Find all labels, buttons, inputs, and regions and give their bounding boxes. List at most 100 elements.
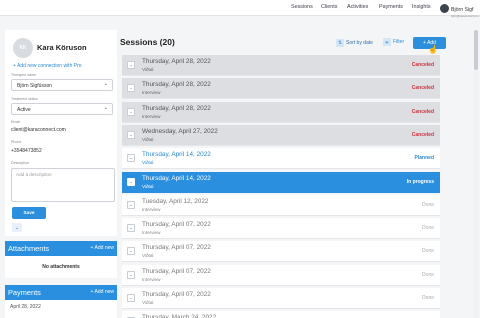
scrollbar-track[interactable] — [474, 30, 478, 318]
session-row[interactable]: ⌄ Thursday, April 07, 2022 Interview Done — [122, 264, 440, 286]
session-row[interactable]: ⌄ Thursday, April 28, 2022 Interview Cancel… — [122, 78, 440, 100]
session-date: Thursday, April 07, 2022 — [142, 267, 211, 275]
session-row[interactable]: ⌄ Thursday, April 14, 2022 Viðtal In progre… — [122, 171, 440, 193]
attachments-title: Attachments — [8, 244, 50, 253]
client-name: Kara Köruson — [37, 43, 87, 52]
no-attachments-text: No attachments — [42, 264, 80, 270]
status-label: Treatment status — [11, 97, 38, 101]
session-type: Viðtal — [142, 183, 154, 189]
user-menu[interactable]: Björn Sigf björn@karaconnect.com — [440, 2, 479, 17]
top-navigation: Sessions Clients Activities Payments Ins… — [0, 0, 480, 17]
nav-sessions[interactable]: Sessions — [291, 4, 313, 10]
client-avatar: KK — [13, 38, 33, 58]
session-type: Interview — [142, 276, 161, 282]
client-card: KK Kara Köruson + Add new connection wit… — [5, 30, 117, 236]
chevron-down-icon[interactable]: ⌄ — [12, 223, 22, 232]
session-date: Thursday, April 14, 2022 — [142, 151, 211, 159]
chevron-down-icon[interactable]: ⌄ — [127, 294, 135, 302]
scrollbar-thumb[interactable] — [474, 30, 478, 70]
session-status: Done — [422, 248, 434, 255]
session-type: Interview — [142, 230, 161, 236]
sessions-title: Sessions (20) — [120, 37, 175, 47]
chevron-down-icon[interactable]: ⌄ — [127, 154, 135, 163]
sort-icon: ⇅ — [336, 39, 344, 47]
session-type: Viðtal — [142, 300, 154, 305]
session-row[interactable]: ⌄ Thursday, April 14, 2022 Viðtal Planned — [122, 148, 440, 170]
payments-title: Payments — [8, 288, 41, 297]
nav-insights[interactable]: Insights — [412, 4, 431, 10]
filter-button[interactable]: ⏷ Filter — [383, 37, 404, 47]
session-row[interactable]: ⌄ Thursday, April 07, 2022 Viðtal Done — [122, 288, 440, 309]
nav-payments[interactable]: Payments — [379, 4, 403, 10]
session-row[interactable]: ⌄ Thursday, April 28, 2022 Viðtal Canceled — [122, 55, 440, 76]
add-attachment-button[interactable]: + Add new — [91, 245, 115, 251]
session-status: Planned — [414, 155, 434, 162]
therapist-label: Therapist name — [11, 73, 36, 77]
session-date: Thursday, April 28, 2022 — [142, 104, 211, 112]
pointer-cursor-icon: ☝ — [428, 45, 438, 54]
session-row[interactable]: ⌄ Wednesday, April 27, 2022 Viðtal Canceled — [122, 124, 440, 146]
session-status: Done — [422, 295, 434, 301]
phone-label: Phone — [11, 140, 22, 144]
session-type: Interview — [142, 113, 161, 119]
session-date: Thursday, April 07, 2022 — [142, 221, 211, 229]
user-avatar — [440, 3, 449, 13]
session-row[interactable]: ⌄Thursday, March 24, 2022Done — [122, 311, 440, 318]
session-type: Viðtal — [142, 160, 154, 166]
session-date: Thursday, April 28, 2022 — [142, 58, 211, 65]
therapist-select[interactable]: Björn Sigfússon ⌄ — [11, 79, 113, 91]
session-status: Done — [422, 225, 434, 232]
chevron-down-icon[interactable]: ⌄ — [127, 270, 135, 279]
nav-activities[interactable]: Activities — [347, 4, 368, 10]
session-type: Viðtal — [142, 253, 154, 259]
status-select[interactable]: Active ⌄ — [11, 103, 113, 115]
save-button[interactable]: Save — [12, 207, 46, 219]
session-type: Interview — [142, 90, 161, 96]
session-date: Thursday, April 07, 2022 — [142, 291, 211, 298]
therapist-value: Björn Sigfússon — [17, 83, 53, 89]
session-status: Canceled — [411, 108, 434, 115]
attachments-body: No attachments — [5, 256, 117, 278]
session-date: Thursday, March 24, 2022 — [142, 314, 217, 318]
description-field[interactable]: Add a description — [11, 168, 115, 202]
session-date: Thursday, April 14, 2022 — [142, 174, 211, 182]
description-label: Description — [11, 161, 29, 165]
session-row[interactable]: ⌄ Tuesday, April 12, 2022 Interview Done — [122, 194, 440, 216]
payment-date[interactable]: April 28, 2022 — [10, 304, 41, 310]
chevron-down-icon[interactable]: ⌄ — [127, 61, 135, 69]
add-payment-button[interactable]: + Add new — [91, 289, 115, 295]
phone-value: +3548473852 — [11, 148, 42, 154]
chevron-down-icon[interactable]: ⌄ — [127, 107, 135, 116]
payments-body: April 28, 2022 — [5, 300, 117, 318]
attachments-header: Attachments + Add new — [5, 241, 117, 256]
add-connection-link[interactable]: + Add new connection with Pro — [13, 63, 82, 69]
payments-header: Payments + Add new — [5, 285, 117, 300]
nav-clients[interactable]: Clients — [321, 4, 337, 10]
session-status: In progress — [406, 178, 434, 185]
session-date: Tuesday, April 12, 2022 — [142, 197, 209, 205]
session-date: Thursday, April 28, 2022 — [142, 81, 211, 89]
chevron-down-icon[interactable]: ⌄ — [127, 84, 135, 93]
session-row[interactable]: ⌄ Thursday, April 28, 2022 Interview Cancel… — [122, 101, 440, 123]
sort-by-date-button[interactable]: ⇅ Sort by date — [336, 38, 373, 48]
status-value: Active — [17, 107, 31, 113]
chevron-down-icon[interactable]: ⌄ — [127, 224, 135, 233]
session-type: Viðtal — [142, 67, 154, 72]
session-status: Done — [422, 201, 434, 208]
chevron-down-icon[interactable]: ⌄ — [127, 247, 135, 256]
session-type: Interview — [142, 206, 161, 212]
filter-icon: ⏷ — [383, 38, 391, 46]
chevron-down-icon[interactable]: ⌄ — [127, 177, 135, 186]
session-date: Wednesday, April 27, 2022 — [142, 127, 218, 135]
session-row[interactable]: ⌄ Thursday, April 07, 2022 Interview Done — [122, 218, 440, 240]
email-label: Email — [11, 120, 20, 124]
session-status: Canceled — [411, 85, 434, 92]
session-row[interactable]: ⌄ Thursday, April 07, 2022 Viðtal Done — [122, 241, 440, 263]
chevron-down-icon[interactable]: ⌄ — [127, 130, 135, 139]
filter-label: Filter — [393, 39, 405, 45]
chevron-down-icon[interactable]: ⌄ — [127, 200, 135, 209]
sort-label: Sort by date — [346, 40, 373, 46]
chevron-down-icon: ⌄ — [103, 81, 108, 87]
user-name: Björn Sigf — [451, 6, 474, 13]
email-value: client@karaconnect.com — [11, 127, 66, 133]
